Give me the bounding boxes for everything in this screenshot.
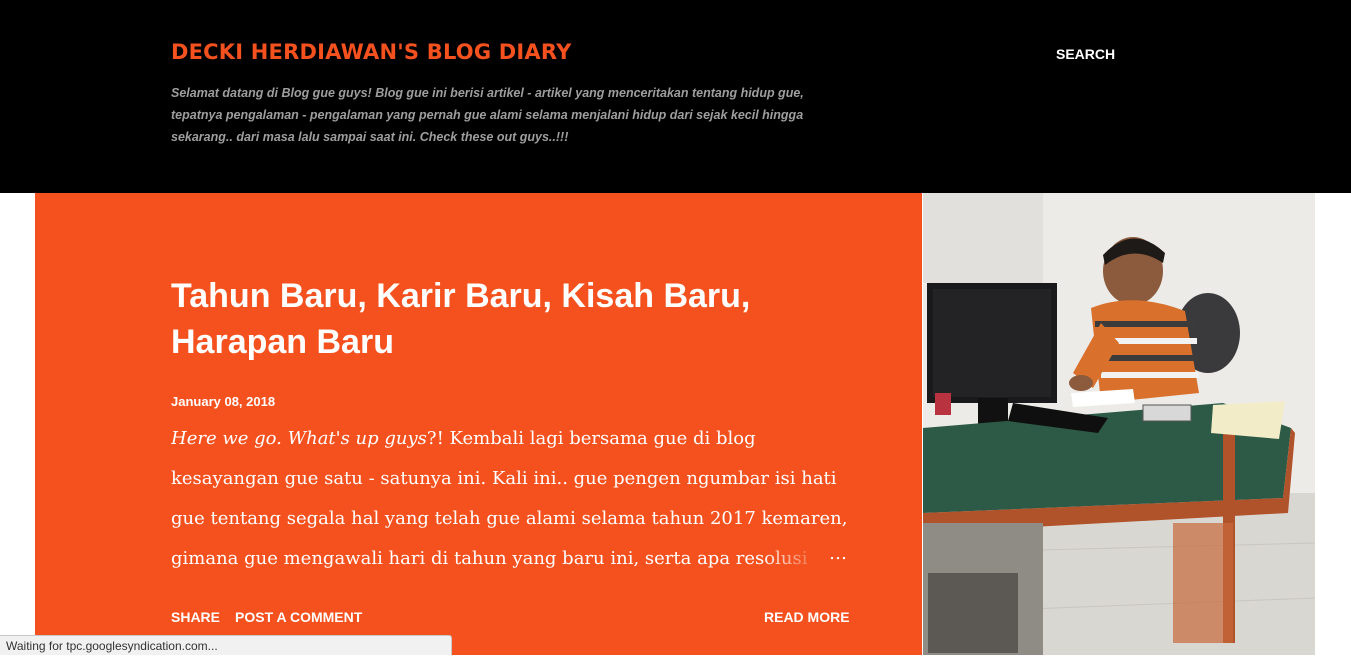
post-comment-button[interactable]: POST A COMMENT (235, 609, 362, 625)
post-snippet: Here we go. What's up guys?! Kembali lag… (171, 419, 851, 579)
snippet-ellipsis: … (829, 543, 847, 564)
post-card: Tahun Baru, Karir Baru, Kisah Baru, Hara… (35, 193, 922, 655)
post-title[interactable]: Tahun Baru, Karir Baru, Kisah Baru, Hara… (171, 273, 791, 365)
post-snippet-text: ?! Kembali lagi bersama gue di blog kesa… (171, 428, 848, 569)
blog-header: DECKI HERDIAWAN'S BLOG DIARY Selamat dat… (0, 0, 1351, 193)
browser-status-bar: Waiting for tpc.googlesyndication.com... (0, 635, 452, 655)
share-button[interactable]: SHARE (171, 609, 220, 625)
blog-title[interactable]: DECKI HERDIAWAN'S BLOG DIARY (171, 40, 572, 64)
post-featured-image[interactable] (923, 193, 1315, 655)
search-button[interactable]: SEARCH (1056, 46, 1115, 62)
post-date[interactable]: January 08, 2018 (171, 394, 275, 409)
post-snippet-italic: Here we go. What's up guys (171, 428, 427, 449)
read-more-button[interactable]: READ MORE (764, 609, 850, 625)
blog-description: Selamat datang di Blog gue guys! Blog gu… (171, 86, 804, 144)
office-photo-illustration (923, 193, 1315, 655)
